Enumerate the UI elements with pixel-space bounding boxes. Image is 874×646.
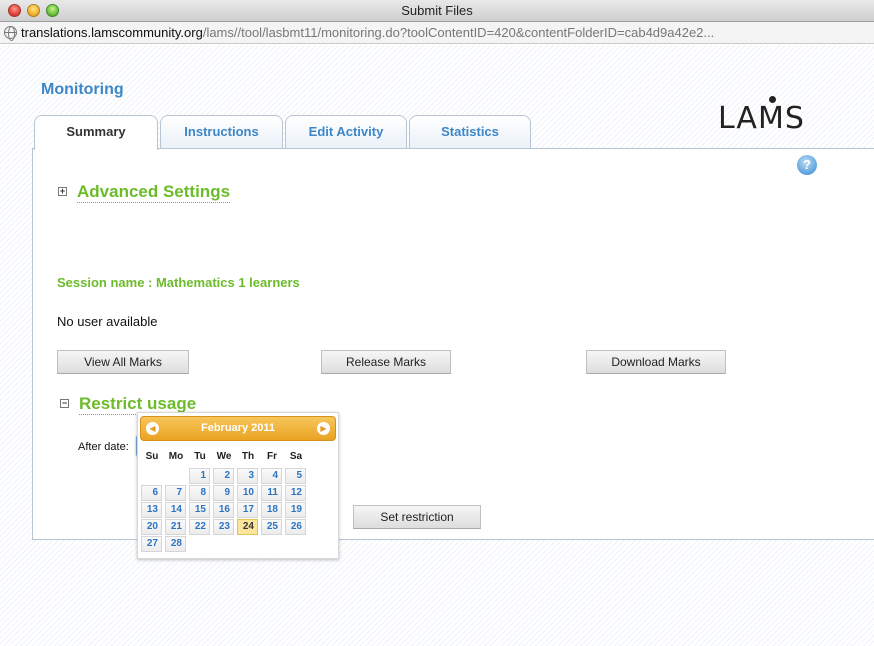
weekday-header: Su <box>145 451 159 462</box>
calendar-day[interactable]: 22 <box>189 519 210 535</box>
datepicker-month-title: February 2011 <box>201 422 275 434</box>
weekday-header: Tu <box>194 451 206 462</box>
tab-summary[interactable]: Summary <box>34 115 158 150</box>
window-title: Submit Files <box>401 3 473 18</box>
calendar-day-today[interactable]: 24 <box>237 519 258 535</box>
calendar-day[interactable]: 9 <box>213 485 234 501</box>
globe-icon <box>4 26 17 41</box>
calendar-day[interactable]: 5 <box>285 468 306 484</box>
calendar-day[interactable]: 4 <box>261 468 282 484</box>
set-restriction-button[interactable]: Set restriction <box>353 505 481 529</box>
page-body: Monitoring LAMS Summary Instructions Edi… <box>0 45 874 646</box>
url-text[interactable]: translations.lamscommunity.org/lams//too… <box>21 25 871 40</box>
page-title: Monitoring <box>41 81 124 98</box>
weekday-header: Th <box>241 451 255 462</box>
calendar-day[interactable]: 11 <box>261 485 282 501</box>
url-path: /lams//tool/lasbmt11/monitoring.do?toolC… <box>202 25 715 40</box>
calendar-day[interactable]: 21 <box>165 519 186 535</box>
help-icon[interactable]: ? <box>797 155 817 175</box>
next-month-icon[interactable]: ▶ <box>317 422 330 435</box>
calendar-day[interactable]: 19 <box>285 502 306 518</box>
calendar-day[interactable]: 27 <box>141 536 162 552</box>
download-marks-button[interactable]: Download Marks <box>586 350 726 374</box>
calendar-day[interactable]: 3 <box>237 468 258 484</box>
collapse-icon[interactable]: − <box>60 399 69 408</box>
calendar-day[interactable]: 15 <box>189 502 210 518</box>
window-titlebar: Submit Files <box>0 0 874 22</box>
restrict-usage-link[interactable]: Restrict usage <box>79 394 197 415</box>
calendar-day[interactable]: 13 <box>141 502 162 518</box>
advanced-settings-label: Advanced Settings <box>77 182 231 203</box>
calendar-day[interactable]: 28 <box>165 536 186 552</box>
calendar-day[interactable]: 26 <box>285 519 306 535</box>
calendar-day[interactable]: 14 <box>165 502 186 518</box>
calendar-day[interactable]: 18 <box>261 502 282 518</box>
tab-statistics[interactable]: Statistics <box>409 115 531 148</box>
tab-instructions[interactable]: Instructions <box>160 115 283 148</box>
weekday-header: Sa <box>289 451 303 462</box>
calendar-day[interactable]: 23 <box>213 519 234 535</box>
calendar-day[interactable]: 1 <box>189 468 210 484</box>
calendar-day[interactable]: 25 <box>261 519 282 535</box>
calendar-day[interactable]: 16 <box>213 502 234 518</box>
expand-icon[interactable]: + <box>58 187 67 196</box>
view-all-marks-button[interactable]: View All Marks <box>57 350 189 374</box>
calendar-day[interactable]: 8 <box>189 485 210 501</box>
no-user-message: No user available <box>57 314 158 329</box>
calendar-day[interactable]: 17 <box>237 502 258 518</box>
calendar-day[interactable]: 20 <box>141 519 162 535</box>
after-date-label: After date: <box>78 441 129 453</box>
calendar-day[interactable]: 7 <box>165 485 186 501</box>
calendar-day[interactable]: 12 <box>285 485 306 501</box>
session-name: Session name : Mathematics 1 learners <box>57 275 300 290</box>
datepicker: ◀ February 2011 ▶ Su Mo Tu We Th Fr Sa 1 2 3 4 5 6 7 8… <box>137 412 339 559</box>
url-bar[interactable]: translations.lamscommunity.org/lams//too… <box>0 22 874 44</box>
calendar-day[interactable]: 10 <box>237 485 258 501</box>
tab-edit-activity[interactable]: Edit Activity <box>285 115 407 148</box>
datepicker-header: ◀ February 2011 ▶ <box>140 416 336 441</box>
url-host: translations.lamscommunity.org <box>21 25 203 40</box>
lams-logo: LAMS <box>718 96 805 136</box>
weekday-header: Mo <box>168 451 184 462</box>
weekday-header: Fr <box>267 451 277 462</box>
release-marks-button[interactable]: Release Marks <box>321 350 451 374</box>
calendar-day[interactable]: 6 <box>141 485 162 501</box>
calendar-day[interactable]: 2 <box>213 468 234 484</box>
advanced-settings-link[interactable]: Advanced Settings <box>77 182 231 203</box>
weekday-header: We <box>216 451 232 462</box>
